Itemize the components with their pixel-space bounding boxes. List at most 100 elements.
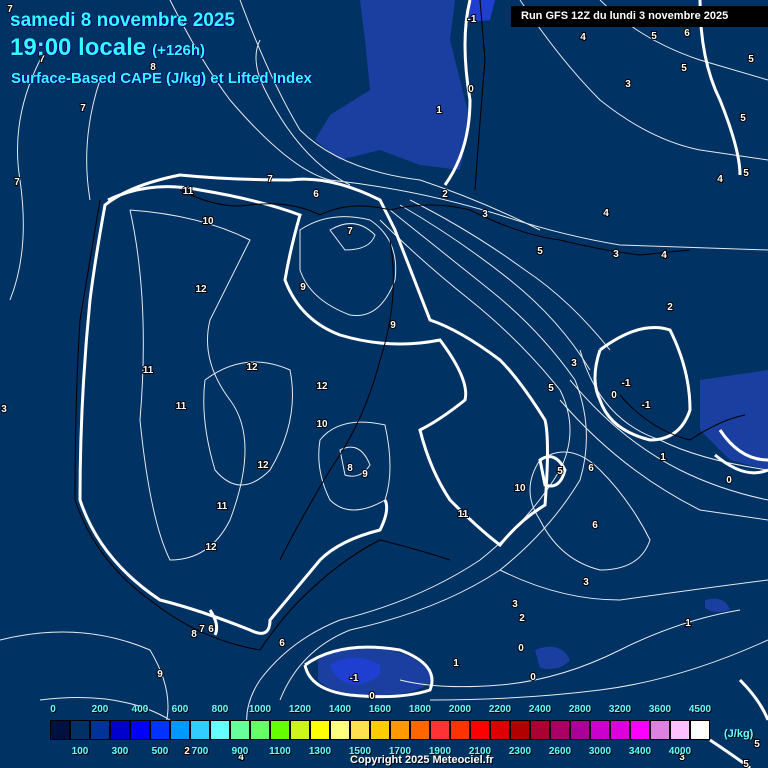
lifted-index-label: 6: [313, 189, 319, 200]
lifted-index-label: 12: [195, 284, 207, 295]
lifted-index-label: 5: [754, 739, 760, 750]
lifted-index-label: 2: [519, 613, 525, 624]
lifted-index-label: 7: [199, 624, 205, 635]
legend-tick-label: 2300: [508, 746, 532, 757]
lifted-index-label: 5: [743, 168, 749, 179]
model-run-label: Run GFS 12Z du lundi 3 novembre 2025: [511, 6, 768, 27]
lifted-index-label: 7: [347, 226, 353, 237]
lifted-index-label: 11: [176, 401, 187, 412]
legend-swatch: [310, 720, 330, 740]
legend-swatch: [650, 720, 670, 740]
lifted-index-label: -1: [468, 14, 477, 25]
legend-swatch: [470, 720, 490, 740]
legend-tick-label: 4000: [668, 746, 692, 757]
legend-tick-label: 2800: [568, 704, 592, 715]
legend-swatch: [410, 720, 430, 740]
lifted-index-label: -1: [350, 673, 359, 684]
legend-tick-label: 0: [50, 704, 56, 715]
legend-swatch: [370, 720, 390, 740]
legend-swatch: [90, 720, 110, 740]
legend-swatch: [290, 720, 310, 740]
legend-tick-label: 600: [171, 704, 189, 715]
legend-tick-label: 1300: [308, 746, 332, 757]
legend-tick-label: 1400: [328, 704, 352, 715]
legend-swatch: [570, 720, 590, 740]
lifted-index-label: 10: [514, 483, 526, 494]
lifted-index-label: 1: [436, 105, 442, 116]
legend-swatch: [70, 720, 90, 740]
legend-tick-label: 300: [111, 746, 129, 757]
lifted-index-label: 3: [571, 358, 577, 369]
lifted-index-label: 5: [651, 31, 657, 42]
lifted-index-label: 9: [157, 669, 163, 680]
legend-tick-label: 900: [231, 746, 249, 757]
lifted-index-label: 5: [740, 113, 746, 124]
legend-tick-label: 800: [211, 704, 229, 715]
legend-tick-label: 3200: [608, 704, 632, 715]
cape-area-east2: [705, 598, 730, 613]
cape-shading: [315, 0, 768, 695]
lifted-index-label: 0: [611, 390, 617, 401]
legend-swatch: [150, 720, 170, 740]
legend-swatch: [430, 720, 450, 740]
legend-tick-label: 1800: [408, 704, 432, 715]
legend-tick-label: 3600: [648, 704, 672, 715]
lifted-index-label: 12: [316, 381, 328, 392]
lifted-index-label: 5: [557, 466, 563, 477]
legend-tick-label: 400: [131, 704, 149, 715]
lifted-index-label: 0: [468, 84, 474, 95]
copyright: Copyright 2025 Meteociel.fr: [350, 754, 494, 766]
lifted-index-label: 4: [717, 174, 723, 185]
legend-swatch: [230, 720, 250, 740]
lifted-index-label: 1: [453, 658, 459, 669]
lifted-index-label: 11: [458, 509, 469, 520]
legend-swatch: [490, 720, 510, 740]
lifted-index-label: 12: [257, 460, 269, 471]
lifted-index-label: 1: [660, 452, 666, 463]
lifted-index-label: 7: [80, 103, 86, 114]
lifted-index-label: 5: [743, 759, 749, 768]
parameter-title: Surface-Based CAPE (J/kg) et Lifted Inde…: [11, 70, 312, 87]
lifted-index-label: 7: [14, 177, 20, 188]
lifted-index-label: 3: [482, 209, 488, 220]
legend-swatch: [530, 720, 550, 740]
legend-swatch: [170, 720, 190, 740]
lifted-index-label: 1: [685, 618, 691, 629]
legend-tick-label: 1200: [288, 704, 312, 715]
legend-tick-label: 2200: [488, 704, 512, 715]
lifted-index-label: 9: [362, 469, 368, 480]
legend-swatch: [590, 720, 610, 740]
legend-tick-label: 100: [71, 746, 89, 757]
lifted-index-label: 3: [512, 599, 518, 610]
lifted-index-label: 12: [205, 542, 217, 553]
legend-swatch: [330, 720, 350, 740]
legend-tick-label: 1000: [248, 704, 272, 715]
legend-swatch: [510, 720, 530, 740]
lifted-index-label: 9: [300, 282, 306, 293]
lifted-index-label: 0: [369, 691, 375, 702]
lifted-index-label: 3: [583, 577, 589, 588]
legend-swatch: [450, 720, 470, 740]
lifted-index-label: 2: [667, 302, 673, 313]
lifted-index-label: 4: [580, 32, 586, 43]
forecast-time: 19:00 locale (+126h): [10, 34, 205, 62]
lifted-index-label: -1: [622, 378, 631, 389]
legend-tick-label: 200: [91, 704, 109, 715]
legend-swatch: [270, 720, 290, 740]
cape-map: 778771110712 9911 121211108912111211105 663…: [0, 0, 768, 768]
lifted-index-label: 9: [390, 320, 396, 331]
legend-swatch: [190, 720, 210, 740]
lifted-index-label: 7: [267, 174, 273, 185]
lifted-index-label: 5: [681, 63, 687, 74]
lifted-index-label: 6: [592, 520, 598, 531]
legend-swatch: [550, 720, 570, 740]
lifted-index-label: 2: [184, 746, 190, 757]
legend-tick-label: 2000: [448, 704, 472, 715]
lifted-index-label: 11: [217, 501, 228, 512]
lifted-index-label: 5: [537, 246, 543, 257]
lifted-index-label: 10: [316, 419, 328, 430]
legend-swatch: [610, 720, 630, 740]
legend-unit: (J/kg): [724, 728, 754, 740]
legend-swatch: [630, 720, 650, 740]
legend-swatch: [670, 720, 690, 740]
